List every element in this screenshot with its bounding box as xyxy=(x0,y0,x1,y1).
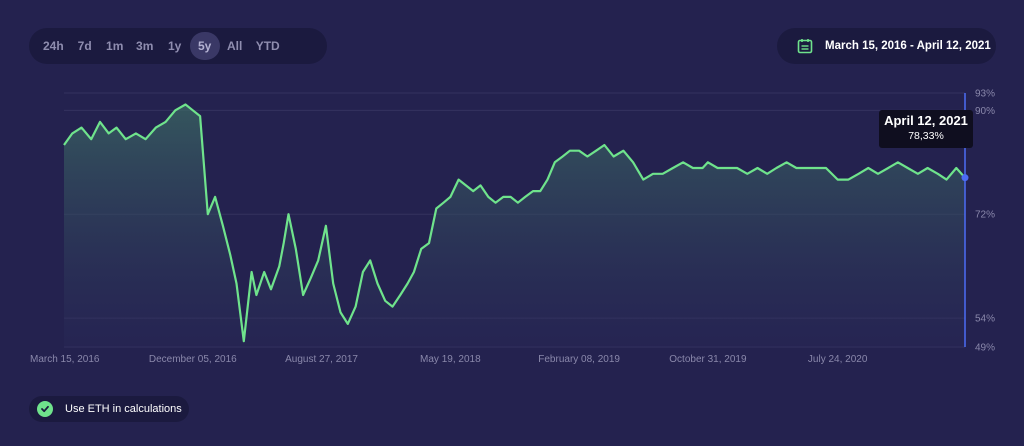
x-tick-label: August 27, 2017 xyxy=(285,354,358,365)
x-tick-label: December 05, 2016 xyxy=(149,354,237,365)
range-button-7d[interactable]: 7d xyxy=(70,32,100,60)
range-button-all[interactable]: All xyxy=(220,32,250,60)
y-tick-label: 90% xyxy=(975,106,995,117)
series-area xyxy=(64,104,965,347)
crosshair-point[interactable] xyxy=(961,174,969,182)
use-eth-label: Use ETH in calculations xyxy=(65,403,182,415)
tooltip-value: 78,33% xyxy=(908,130,944,142)
date-range-picker[interactable]: March 15, 2016 - April 12, 2021 xyxy=(777,28,996,64)
x-tick-label: May 19, 2018 xyxy=(420,354,481,365)
calendar-icon xyxy=(797,39,813,54)
range-button-5y[interactable]: 5y xyxy=(189,32,220,60)
range-button-24h[interactable]: 24h xyxy=(37,32,70,60)
y-tick-label: 49% xyxy=(975,343,995,354)
x-tick-label: March 15, 2016 xyxy=(30,354,100,365)
date-range-label: March 15, 2016 - April 12, 2021 xyxy=(825,40,991,52)
range-button-3m[interactable]: 3m xyxy=(130,32,160,60)
range-button-ytd[interactable]: YTD xyxy=(250,32,286,60)
y-tick-label: 93% xyxy=(975,89,995,100)
tooltip-date: April 12, 2021 xyxy=(884,113,968,128)
y-tick-label: 54% xyxy=(975,314,995,325)
x-tick-label: July 24, 2020 xyxy=(808,354,868,365)
y-tick-label: 72% xyxy=(975,210,995,221)
range-button-1y[interactable]: 1y xyxy=(160,32,190,60)
use-eth-toggle[interactable]: Use ETH in calculations xyxy=(29,396,189,422)
time-range-selector: 24h 7d 1m 3m 1y 5y All YTD xyxy=(29,28,327,64)
range-button-1m[interactable]: 1m xyxy=(100,32,130,60)
performance-chart[interactable]: 93% 90% 72% 54% 49% March 15, 2016 December 05… xyxy=(0,80,1024,370)
check-icon xyxy=(37,401,53,417)
chart-tooltip: April 12, 2021 78,33% xyxy=(879,110,973,148)
x-tick-label: October 31, 2019 xyxy=(669,354,747,365)
x-tick-label: February 08, 2019 xyxy=(538,354,620,365)
